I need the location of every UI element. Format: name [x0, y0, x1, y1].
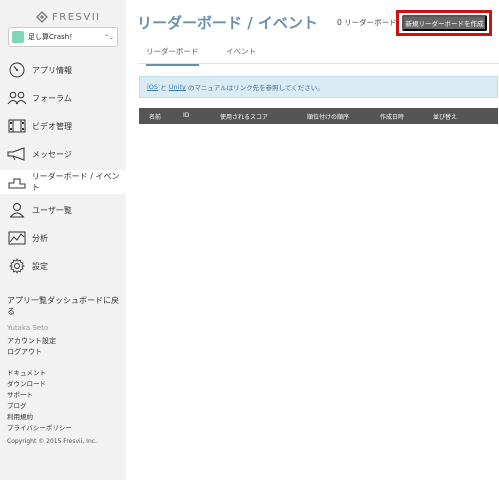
- account-settings-link[interactable]: アカウント設定: [7, 336, 56, 346]
- app-selector[interactable]: 足し算Crash！ ⌃⌄: [8, 27, 118, 47]
- docs-link[interactable]: ドキュメント: [7, 367, 46, 377]
- sidebar-item-app-info[interactable]: アプリ情報: [0, 58, 126, 82]
- sidebar-item-label: ビデオ管理: [32, 121, 72, 131]
- leaderboard-count: 0 リーダーボード: [337, 18, 397, 27]
- sidebar-item-label: メッセージ: [32, 149, 72, 159]
- sidebar-item-label: フォーラム: [32, 93, 72, 103]
- tab-bar: リーダーボード イベント: [138, 42, 499, 66]
- terms-link[interactable]: 利用規約: [7, 411, 33, 421]
- sidebar-item-video[interactable]: ビデオ管理: [0, 114, 126, 138]
- new-leaderboard-button[interactable]: 新規リーダーボードを作成: [402, 15, 487, 31]
- sidebar-item-label: 設定: [32, 261, 48, 271]
- column-header-id[interactable]: ID: [183, 112, 189, 119]
- user-name: Yutaka Seto: [7, 324, 49, 332]
- megaphone-icon: [7, 146, 27, 162]
- sidebar-item-label: アプリ情報: [32, 65, 72, 75]
- chevron-updown-icon: ⌃⌄: [103, 33, 114, 41]
- gauge-icon: [7, 62, 27, 78]
- column-header-name[interactable]: 名前: [149, 112, 161, 121]
- info-separator: と: [158, 84, 169, 92]
- sidebar-item-label: 分析: [32, 233, 48, 243]
- sidebar-item-message[interactable]: メッセージ: [0, 142, 126, 166]
- chart-icon: [7, 230, 27, 246]
- brand-mark-icon: [36, 8, 48, 27]
- download-link[interactable]: ダウンロード: [7, 378, 46, 388]
- sidebar-item-label: ユーザ一覧: [32, 205, 72, 215]
- film-icon: [7, 118, 27, 134]
- sidebar-item-analytics[interactable]: 分析: [0, 226, 126, 250]
- brand-name: FRESVII: [52, 12, 101, 23]
- sidebar-item-forum[interactable]: フォーラム: [0, 86, 126, 110]
- info-text: のマニュアルはリンク先を参照してください。: [185, 84, 324, 92]
- back-to-dashboard-link[interactable]: アプリ一覧ダッシュボードに戻る: [7, 295, 126, 317]
- gear-icon: [7, 258, 27, 274]
- sidebar-item-leaderboard[interactable]: リーダーボード / イベント: [0, 170, 126, 194]
- logout-link[interactable]: ログアウト: [7, 347, 42, 357]
- column-header-created[interactable]: 作成日時: [380, 112, 404, 121]
- page-title: リーダーボード / イベント: [137, 14, 318, 32]
- tab-event[interactable]: イベント: [226, 46, 256, 57]
- privacy-link[interactable]: プライバシーポリシー: [7, 422, 72, 432]
- tab-leaderboard[interactable]: リーダーボード: [146, 46, 199, 66]
- unity-manual-link[interactable]: Unity: [169, 83, 186, 91]
- support-link[interactable]: サポート: [7, 389, 33, 399]
- blog-link[interactable]: ブログ: [7, 400, 27, 410]
- sidebar-item-label: リーダーボード / イベント: [31, 172, 120, 192]
- sidebar-item-settings[interactable]: 設定: [0, 254, 126, 278]
- brand-logo[interactable]: FRESVII: [36, 8, 101, 27]
- table-header: 名前 ID 使用されるスコア 順位付けの順序 作成日時 並び替え: [139, 108, 498, 124]
- app-selector-value: 足し算Crash！: [28, 33, 77, 41]
- copyright: Copyright © 2015 Fresvii, Inc.: [7, 438, 97, 445]
- user-icon: [7, 202, 27, 218]
- column-header-score[interactable]: 使用されるスコア: [220, 112, 268, 121]
- ios-manual-link[interactable]: iOS: [147, 83, 158, 91]
- main-content: リーダーボード / イベント 0 リーダーボード 新規リーダーボードを作成 リー…: [126, 0, 499, 480]
- podium-icon: [7, 174, 27, 190]
- sidebar: FRESVII 足し算Crash！ ⌃⌄ アプリ情報 フォーラム ビデオ管理 メ…: [0, 0, 126, 480]
- users-icon: [7, 90, 27, 106]
- app-icon: [12, 31, 24, 43]
- info-alert: iOS と Unity のマニュアルはリンク先を参照してください。: [139, 76, 498, 98]
- sidebar-item-users[interactable]: ユーザ一覧: [0, 198, 126, 222]
- column-header-order[interactable]: 順位付けの順序: [307, 112, 349, 121]
- column-header-sort[interactable]: 並び替え: [433, 112, 457, 121]
